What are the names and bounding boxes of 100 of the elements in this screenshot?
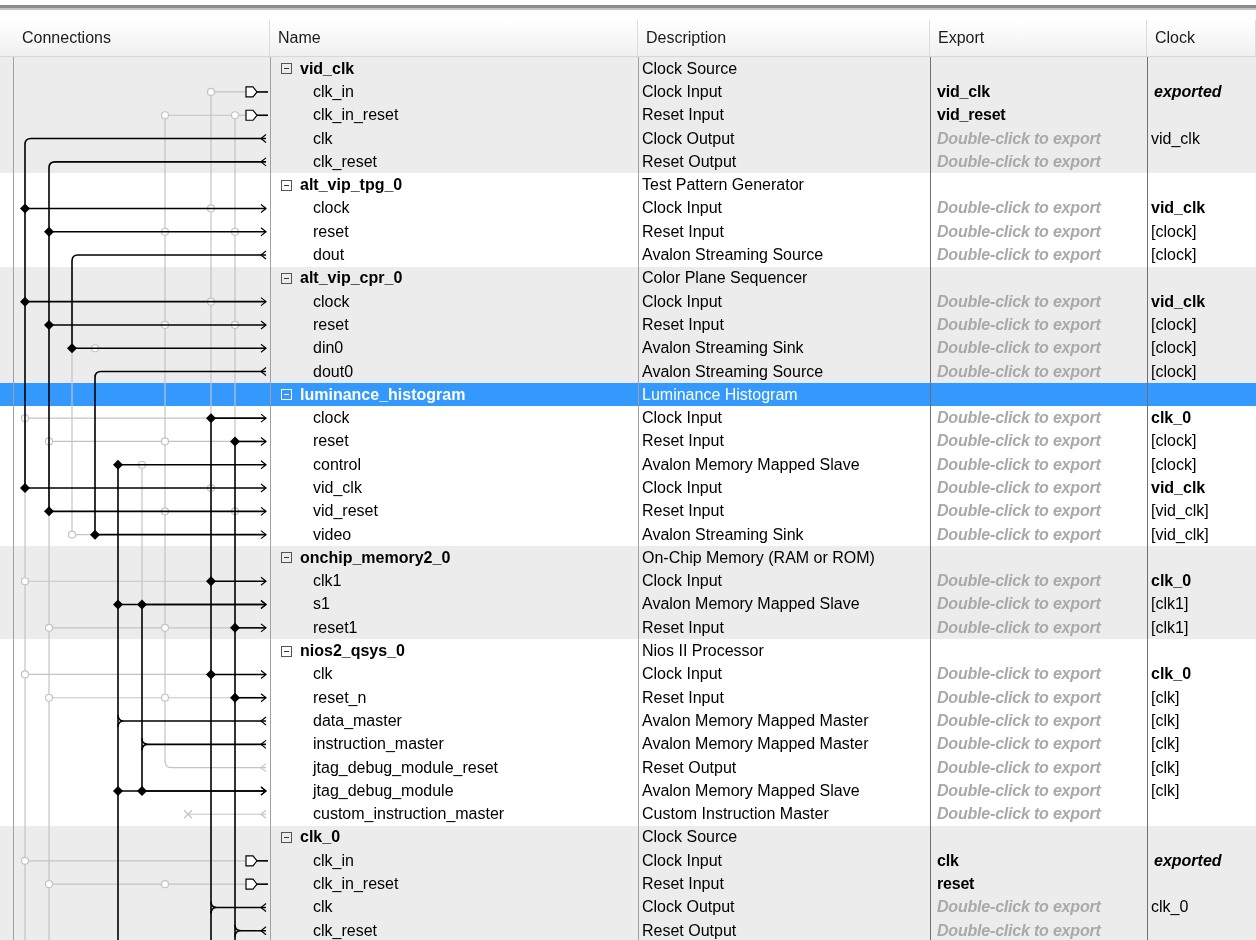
- port-name: vid_clk: [313, 480, 362, 496]
- port-description: Clock Input: [642, 410, 723, 427]
- export-hint: Double-click to export: [937, 596, 1101, 613]
- export-hint: Double-click to export: [937, 293, 1101, 310]
- export-hint: Double-click to export: [937, 619, 1101, 636]
- port-name: reset: [313, 223, 349, 240]
- port-name: clock: [313, 410, 350, 427]
- export-hint: Double-click to export: [937, 922, 1101, 939]
- export-hint: Double-click to export: [937, 736, 1101, 753]
- clock-value: vid_clk: [1151, 200, 1206, 217]
- clock-value: [clock]: [1151, 223, 1197, 240]
- export-hint: Double-click to export: [937, 503, 1101, 520]
- port-description: Clock Output: [642, 899, 735, 916]
- component-description: Color Plane Sequencer: [642, 270, 808, 287]
- port-description: Avalon Streaming Source: [642, 363, 824, 380]
- port-description: Clock Input: [642, 480, 723, 496]
- component-description: Test Pattern Generator: [642, 177, 804, 194]
- port-name: din0: [313, 340, 344, 357]
- collapse-icon[interactable]: [281, 179, 292, 191]
- clock-value: clk_0: [1151, 573, 1192, 590]
- clock-value: exported: [1153, 83, 1222, 100]
- port-description: Clock Input: [642, 573, 723, 590]
- export-name: clk: [937, 852, 959, 869]
- port-description: Avalon Streaming Sink: [642, 340, 804, 357]
- component-name: clk_0: [300, 829, 341, 846]
- port-name: reset1: [313, 619, 358, 636]
- clock-value: [clock]: [1151, 456, 1197, 473]
- port-name: clock: [313, 293, 350, 310]
- port-description: Clock Input: [642, 83, 723, 100]
- clock-value: [clk]: [1151, 689, 1180, 706]
- export-hint: Double-click to export: [937, 689, 1101, 706]
- column-header[interactable]: Export: [938, 26, 985, 50]
- clock-value: [clk]: [1151, 782, 1180, 799]
- component-description: Clock Source: [642, 60, 738, 77]
- column-header[interactable]: Name: [278, 26, 321, 50]
- port-name: clk: [313, 666, 333, 683]
- clock-value: [clk]: [1151, 712, 1180, 729]
- export-hint: Double-click to export: [937, 573, 1101, 590]
- export-hint: Double-click to export: [937, 456, 1101, 473]
- collapse-icon[interactable]: [281, 831, 292, 843]
- port-description: Reset Input: [642, 316, 724, 333]
- component-name: vid_clk: [300, 60, 355, 77]
- component-description: Clock Source: [642, 829, 738, 846]
- port-description: Avalon Memory Mapped Slave: [642, 456, 860, 473]
- port-name: video: [313, 526, 352, 543]
- port-description: Avalon Memory Mapped Master: [642, 736, 869, 753]
- export-hint: Double-click to export: [937, 526, 1101, 543]
- column-header[interactable]: Clock: [1155, 26, 1195, 50]
- port-name: clk_in: [313, 852, 354, 869]
- clock-value: [clock]: [1151, 340, 1197, 357]
- export-hint: Double-click to export: [937, 153, 1101, 170]
- port-name: s1: [313, 596, 330, 613]
- port-description: Avalon Streaming Sink: [642, 526, 804, 543]
- component-name: luminance_histogram: [300, 386, 466, 403]
- port-description: Avalon Memory Mapped Slave: [642, 782, 860, 799]
- port-description: Reset Input: [642, 876, 724, 893]
- clock-value: [clock]: [1151, 363, 1197, 380]
- export-hint: Double-click to export: [937, 712, 1101, 729]
- component-name: onchip_memory2_0: [300, 549, 451, 566]
- port-name: jtag_debug_module: [313, 782, 454, 799]
- port-description: Clock Output: [642, 130, 735, 147]
- clock-value: vid_clk: [1151, 293, 1206, 310]
- column-header[interactable]: Description: [646, 26, 727, 50]
- port-name: jtag_debug_module_reset: [313, 759, 499, 776]
- port-name: clk1: [313, 573, 342, 590]
- port-description: Reset Input: [642, 503, 724, 520]
- port-name: clk_in: [313, 83, 354, 100]
- collapse-icon[interactable]: [281, 63, 292, 75]
- clock-value: vid_clk: [1151, 130, 1200, 147]
- port-name: reset: [313, 316, 349, 333]
- clock-value: clk_0: [1151, 899, 1189, 916]
- port-description: Reset Output: [642, 759, 737, 776]
- port-name: vid_reset: [313, 503, 378, 520]
- port-name: clock: [313, 200, 350, 217]
- port-description: Avalon Memory Mapped Slave: [642, 596, 860, 613]
- collapse-icon[interactable]: [281, 645, 292, 657]
- clock-value: [clock]: [1151, 247, 1197, 263]
- column-header[interactable]: Connections: [22, 26, 111, 50]
- export-name: vid_clk: [937, 83, 990, 100]
- port-name: clk: [313, 130, 333, 147]
- export-hint: Double-click to export: [937, 410, 1101, 427]
- export-hint: Double-click to export: [937, 806, 1101, 823]
- port-name: custom_instruction_master: [313, 806, 505, 823]
- port-name: dout: [313, 247, 345, 263]
- port-name: reset_n: [313, 689, 367, 706]
- export-hint: Double-click to export: [937, 666, 1101, 683]
- port-description: Reset Output: [642, 922, 737, 939]
- clock-value: [clk1]: [1151, 619, 1189, 636]
- port-description: Reset Input: [642, 689, 724, 706]
- clock-value: [vid_clk]: [1151, 503, 1209, 520]
- collapse-icon[interactable]: [281, 272, 292, 284]
- clock-value: [clk1]: [1151, 596, 1189, 613]
- port-description: Clock Input: [642, 293, 723, 310]
- port-description: Clock Input: [642, 200, 723, 217]
- component-description: On-Chip Memory (RAM or ROM): [642, 549, 875, 566]
- collapse-icon[interactable]: [281, 552, 292, 564]
- component-description: Nios II Processor: [642, 643, 764, 660]
- port-name: control: [313, 456, 362, 473]
- port-name: instruction_master: [313, 736, 444, 753]
- port-description: Reset Output: [642, 153, 737, 170]
